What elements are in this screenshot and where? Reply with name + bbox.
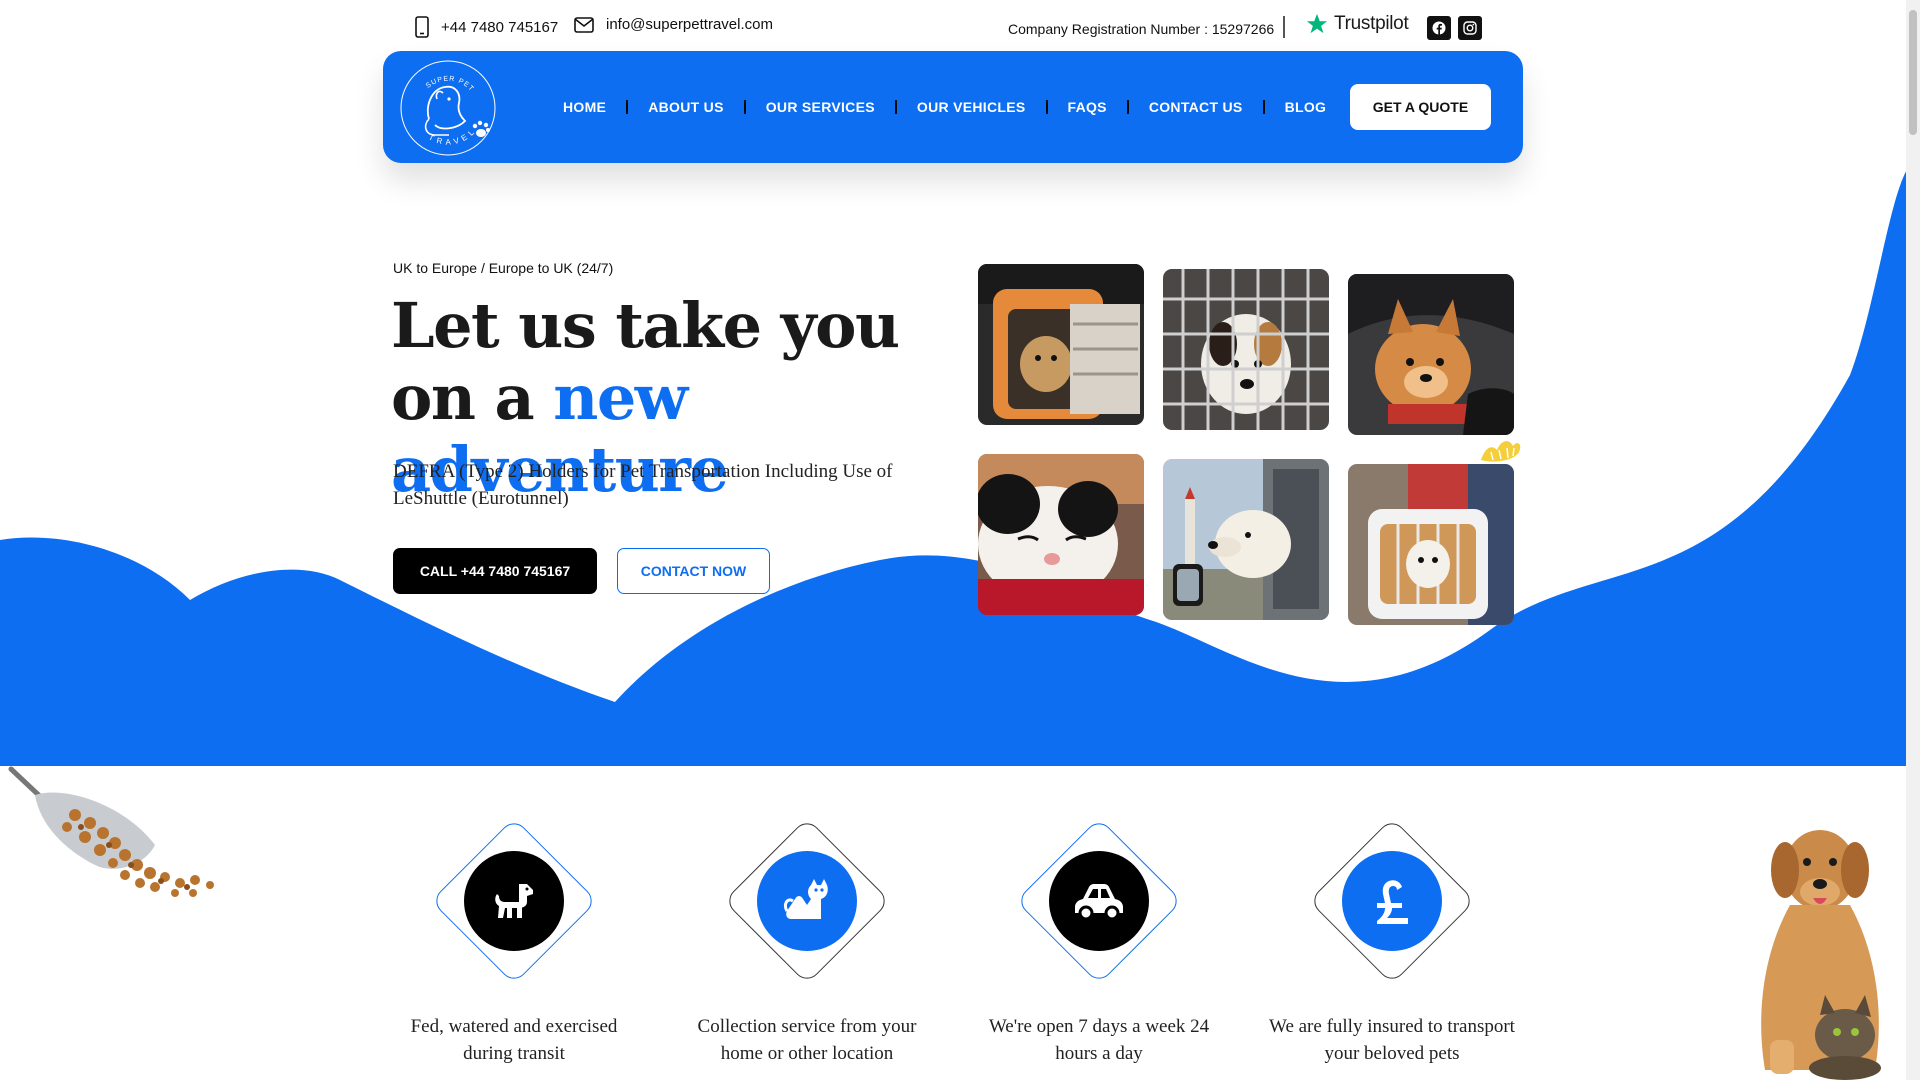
- gallery-photo-dog-in-wire-crate: [1163, 269, 1329, 430]
- logo-top-text: SUPER PET: [425, 76, 474, 94]
- get-a-quote-button[interactable]: GET A QUOTE: [1350, 84, 1491, 130]
- topbar-email-text: info@superpettravel.com: [606, 16, 773, 33]
- facebook-icon[interactable]: [1427, 16, 1451, 40]
- feature-badge: [428, 815, 600, 987]
- company-registration: Company Registration Number : 15297266: [1008, 21, 1275, 37]
- trustpilot-star-icon: [1306, 13, 1328, 34]
- gallery-photo-dog-in-orange-carrier: [978, 264, 1144, 425]
- feature-fully-insured: We are fully insured to transport your b…: [1262, 815, 1522, 1067]
- feature-fed-watered: Fed, watered and exercised during transi…: [384, 815, 644, 1067]
- feature-label: Collection service from your home or oth…: [697, 1016, 917, 1064]
- pound-icon: [1377, 880, 1408, 924]
- super-pet-travel-logo[interactable]: SUPER PET TRAVEL: [399, 59, 497, 157]
- scrollbar-thumb[interactable]: [1909, 10, 1917, 135]
- hero-description: DEFRA (Type 2) Holders for Pet Transport…: [393, 461, 893, 509]
- gallery-photo-pomeranian-in-car: [1348, 274, 1514, 435]
- nav-contact-us[interactable]: CONTACT US: [1129, 99, 1263, 115]
- feature-badge: [1306, 815, 1478, 987]
- envelope-icon: [574, 16, 594, 33]
- logo-bottom-text: TRAVEL: [427, 125, 475, 146]
- dog-and-kitten-image: [1761, 830, 1881, 1080]
- nav-home[interactable]: HOME: [543, 99, 626, 115]
- gallery-photo-dog-in-carrier-held: [1348, 464, 1514, 625]
- dog-icon: [495, 884, 533, 918]
- feature-collection-service: Collection service from your home or oth…: [677, 815, 937, 1067]
- topbar-email[interactable]: info@superpettravel.com: [574, 16, 773, 33]
- nav-menu: HOME ABOUT US OUR SERVICES OUR VEHICLES …: [543, 51, 1346, 163]
- nav-our-services[interactable]: OUR SERVICES: [746, 99, 895, 115]
- nav-faqs[interactable]: FAQS: [1048, 99, 1127, 115]
- topbar-divider: [1283, 16, 1285, 38]
- gallery-photo-dog-at-van-window: [1163, 459, 1329, 620]
- car-icon: [1075, 884, 1123, 921]
- trustpilot-link[interactable]: Trustpilot: [1306, 13, 1409, 35]
- contact-now-button[interactable]: CONTACT NOW: [617, 548, 770, 594]
- call-phone-button[interactable]: CALL +44 7480 745167: [393, 548, 597, 594]
- svg-text:SUPER PET: SUPER PET: [425, 76, 475, 94]
- phone-icon: [415, 16, 429, 38]
- feature-label: We're open 7 days a week 24 hours a day: [988, 1016, 1210, 1064]
- sparkle-decoration: [1481, 441, 1521, 462]
- cat-icon: [783, 879, 828, 919]
- feature-open-24-7: We're open 7 days a week 24 hours a day: [969, 815, 1229, 1067]
- svg-text:TRAVEL: TRAVEL: [427, 125, 479, 146]
- main-navigation: SUPER PET TRAVEL HOME ABOUT US OUR SERVI…: [383, 51, 1523, 163]
- pet-food-scoop-image: [8, 766, 214, 897]
- feature-badge: [721, 815, 893, 987]
- topbar-phone-text: +44 7480 745167: [441, 18, 559, 36]
- trustpilot-label: Trustpilot: [1334, 13, 1409, 34]
- feature-label: Fed, watered and exercised during transi…: [410, 1016, 618, 1064]
- instagram-icon[interactable]: [1458, 16, 1482, 40]
- nav-our-vehicles[interactable]: OUR VEHICLES: [897, 99, 1046, 115]
- gallery-photo-cat-portrait: [978, 454, 1144, 615]
- nav-blog[interactable]: BLOG: [1265, 99, 1347, 115]
- feature-badge: [1013, 815, 1185, 987]
- top-info-bar: +44 7480 745167 info@superpettravel.com …: [0, 0, 1920, 52]
- page-scrollbar[interactable]: [1906, 0, 1920, 1080]
- hero-subtitle: UK to Europe / Europe to UK (24/7): [393, 260, 614, 276]
- feature-label: We are fully insured to transport your b…: [1269, 1016, 1515, 1064]
- topbar-phone[interactable]: +44 7480 745167: [415, 16, 558, 38]
- nav-about-us[interactable]: ABOUT US: [628, 99, 744, 115]
